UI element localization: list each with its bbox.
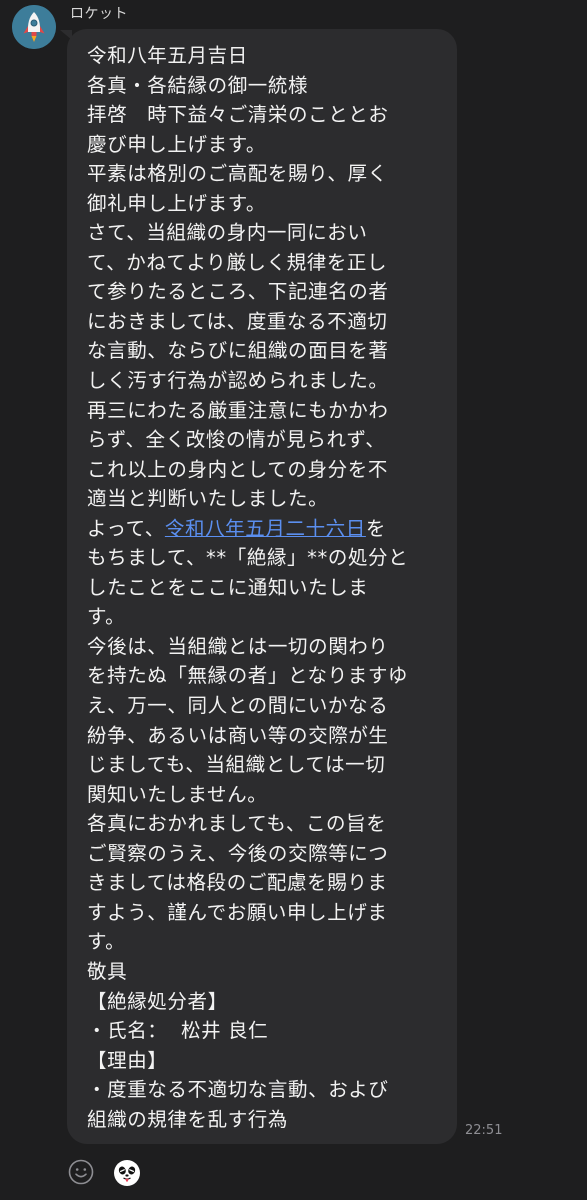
message-line: す。 (87, 605, 126, 629)
message-bubble[interactable]: 令和八年五月吉日 各真・各結縁の御一統様 拝啓 時下益々ご清栄のこととお 慶び申… (67, 29, 457, 1144)
message-line: え、万一、同人との間にいかなる (87, 694, 389, 718)
sticker-reaction[interactable] (113, 1159, 141, 1187)
message-line: らず、全く改悛の情が見られず、 (87, 428, 386, 452)
message-line: 関知いたしません。 (87, 782, 268, 806)
message-line: 平素は格別のご高配を賜り、厚く (87, 162, 388, 186)
message-line: じましても、当組織としては一切 (87, 753, 386, 777)
message-line: 慶び申し上げます。 (87, 132, 266, 156)
message-line: これ以上の身内としての身分を不 (87, 457, 388, 481)
sender-avatar[interactable] (12, 5, 56, 49)
message-line: さて、当組織の身内一同におい (87, 221, 368, 245)
message-line: 各真・各結縁の御一統様 (87, 73, 309, 97)
message-line: におきましては、度重なる不適切 (87, 309, 388, 333)
link-suffix: を (365, 516, 386, 540)
message-line: 適当と判断いたしました。 (87, 487, 329, 511)
message-line: 敬具 (87, 959, 128, 983)
message-line: 各真におかれましても、この旨を (87, 812, 387, 836)
message-line: しく汚す行為が認められました。 (87, 369, 389, 393)
message-timestamp: 22:51 (465, 1123, 503, 1138)
message-line: 【絶縁処分者】 (87, 989, 228, 1013)
message-line: もちまして、**「絶縁」**の処分と (87, 546, 409, 570)
message-line: ・氏名： 松井 良仁 (87, 1019, 269, 1043)
message-line: 今後は、当組織とは一切の関わり (87, 634, 389, 658)
sender-name: ロケット (70, 6, 128, 22)
message-line: きましては格段のご配慮を賜りま (87, 871, 388, 895)
message-line: 組織の規律を乱す行為 (87, 1107, 289, 1131)
message-line: す。 (87, 930, 126, 954)
rocket-icon (12, 5, 56, 49)
message-line: 【理由】 (87, 1048, 168, 1072)
date-link[interactable]: 令和八年五月二十六日 (165, 517, 366, 540)
message-line: を持たぬ「無縁の者」となりますゆ (87, 664, 409, 688)
message-line: すよう、謹んでお願い申し上げま (87, 900, 388, 924)
message-line: ご賢察のうえ、今後の交際等につ (87, 841, 389, 865)
message-line: 再三にわたる厳重注意にもかかわ (87, 398, 389, 422)
message-line: な言動、ならびに組織の面目を著 (87, 339, 389, 363)
message-line: て参りたるところ、下記連名の者 (87, 280, 389, 304)
link-prefix: よって、 (87, 516, 165, 540)
smiley-outline-icon (68, 1159, 94, 1185)
message-line: 拝啓 時下益々ご清栄のこととお (87, 103, 389, 127)
add-reaction-button[interactable] (67, 1158, 95, 1186)
message-text: 令和八年五月吉日 各真・各結縁の御一統様 拝啓 時下益々ご清栄のこととお 慶び申… (87, 41, 437, 1134)
message-line: 紛争、あるいは商い等の交際が生 (87, 723, 389, 747)
message-line: ・度重なる不適切な言動、および (87, 1078, 389, 1102)
panda-tongue-sticker-icon (114, 1160, 140, 1186)
message-line: 御礼申し上げます。 (87, 191, 266, 215)
message-line: 令和八年五月吉日 (87, 44, 248, 67)
message-line: したことをここに通知いたしま (87, 575, 369, 599)
message-line: て、かねてより厳しく規律を正し (87, 250, 388, 274)
